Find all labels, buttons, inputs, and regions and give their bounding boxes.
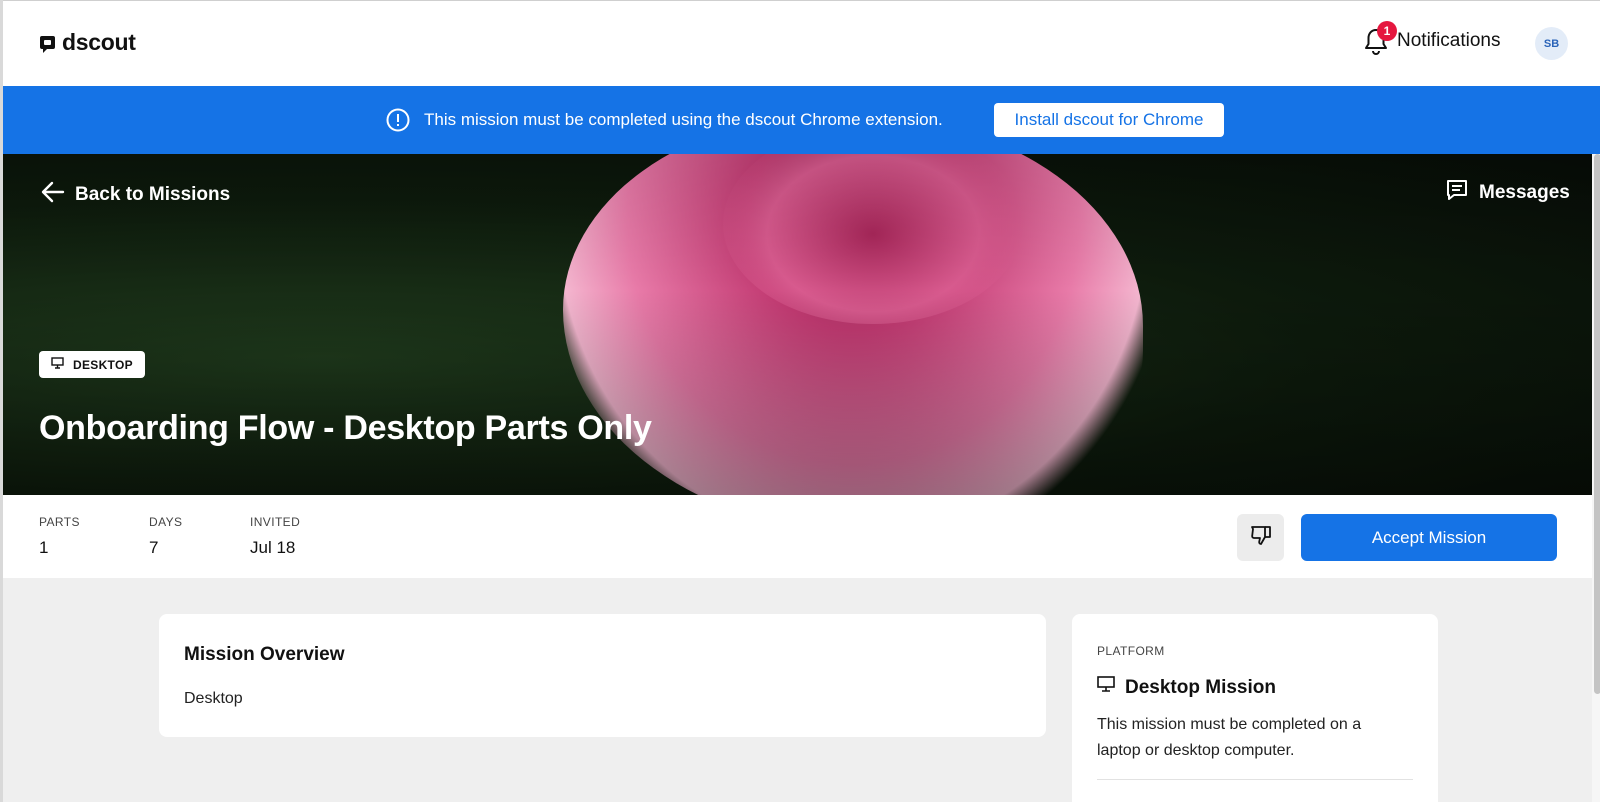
dscout-logo-icon — [39, 33, 56, 53]
notifications-button[interactable]: 1 Notifications — [1363, 21, 1501, 55]
banner-message: This mission must be completed using the… — [424, 110, 943, 129]
info-icon — [386, 108, 410, 132]
back-label: Back to Missions — [75, 184, 231, 205]
overview-body: Desktop — [184, 690, 243, 707]
page-scrollbar[interactable] — [1592, 154, 1600, 802]
back-to-missions-link[interactable]: Back to Missions — [41, 181, 230, 209]
bell-icon: 1 — [1363, 21, 1397, 55]
stat-label: INVITED — [250, 515, 301, 529]
mission-overview-card: Mission Overview Desktop — [159, 614, 1046, 737]
decline-mission-button[interactable] — [1237, 514, 1284, 561]
monitor-icon — [51, 357, 64, 372]
install-chrome-extension-button[interactable]: Install dscout for Chrome — [994, 103, 1224, 137]
accept-mission-button[interactable]: Accept Mission — [1301, 514, 1557, 561]
stat-invited: INVITED Jul 18 — [250, 515, 300, 558]
user-avatar[interactable]: SB — [1535, 27, 1568, 60]
stat-label: PARTS — [39, 515, 80, 529]
platform-title: Desktop Mission — [1097, 676, 1276, 699]
stat-value: 1 — [39, 538, 49, 557]
brand-name: dscout — [62, 29, 136, 55]
platform-description: This mission must be completed on a lapt… — [1097, 716, 1362, 759]
divider — [1097, 779, 1413, 780]
stat-days: DAYS 7 — [149, 515, 182, 558]
app-window: dscout 1 Notifications SB This mission m… — [0, 0, 1600, 802]
notification-count-badge: 1 — [1377, 21, 1397, 41]
messages-label: Messages — [1479, 182, 1570, 203]
mission-hero: Back to Missions Messages DESKTOP Onboar… — [3, 154, 1600, 495]
stat-value: Jul 18 — [250, 538, 296, 557]
scrollbar-thumb[interactable] — [1594, 154, 1600, 694]
platform-chip: DESKTOP — [39, 351, 145, 378]
chrome-extension-banner: This mission must be completed using the… — [3, 86, 1600, 154]
thumbs-down-icon — [1249, 523, 1273, 552]
platform-label: PLATFORM — [1097, 644, 1165, 658]
overview-title: Mission Overview — [184, 644, 345, 665]
notifications-label: Notifications — [1397, 30, 1501, 51]
stat-parts: PARTS 1 — [39, 515, 80, 558]
messages-button[interactable]: Messages — [1445, 178, 1570, 208]
monitor-icon — [1097, 676, 1115, 699]
platform-card: PLATFORM Desktop Mission This mission mu… — [1072, 614, 1438, 802]
platform-title-text: Desktop Mission — [1125, 676, 1276, 698]
platform-chip-label: DESKTOP — [73, 357, 133, 372]
brand-logo[interactable]: dscout — [39, 29, 136, 56]
stat-label: DAYS — [149, 515, 183, 529]
arrow-left-icon — [41, 181, 65, 209]
mission-stats-bar: PARTS 1 DAYS 7 INVITED Jul 18 Accept Mis… — [3, 495, 1600, 578]
mission-title: Onboarding Flow - Desktop Parts Only — [39, 409, 652, 447]
chat-icon — [1445, 178, 1469, 208]
stat-value: 7 — [149, 538, 159, 557]
top-bar: dscout 1 Notifications SB — [3, 0, 1600, 86]
